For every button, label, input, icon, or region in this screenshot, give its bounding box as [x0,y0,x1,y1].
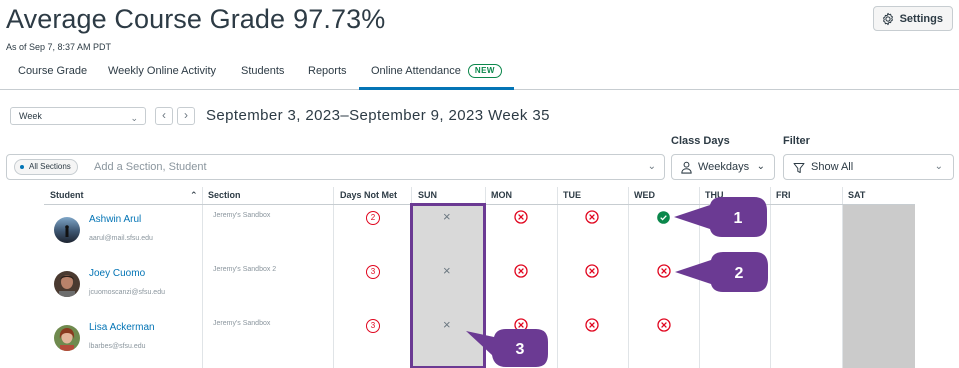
class-days-value: Weekdays [698,161,750,173]
next-week-button[interactable]: › [177,107,195,125]
new-badge: NEW [467,64,502,78]
gear-icon [882,12,893,25]
student-section: Jeremy's Sandbox [213,320,271,327]
chevron-down-icon: ⌄ [934,161,943,172]
filter-icon [793,163,805,173]
tab-course-grade[interactable]: Course Grade [18,58,87,90]
avatar [54,217,80,243]
header-days-not-met: Days Not Met [340,190,398,200]
student-section: Jeremy's Sandbox 2 [213,266,277,273]
page-title-text: Average Course Grade [6,4,286,34]
chevron-down-icon: ⌄ [647,161,656,172]
header-section: Section [208,190,241,200]
settings-button[interactable]: Settings [872,6,953,31]
avatar [54,325,80,351]
week-range-title: September 3, 2023–September 9, 2023 Week… [206,107,550,124]
sort-ascending-icon[interactable]: ⌃ [190,190,198,201]
present-check-icon [657,211,670,224]
average-grade-value: 97.73% [293,4,386,34]
header-fri: FRI [776,190,791,200]
days-not-met-badge: 3 [366,319,380,333]
tab-online-attendance-label: Online Attendance [371,65,461,77]
student-name-link[interactable]: Joey Cuomo [89,268,145,279]
filter-select[interactable]: Show All ⌄ [783,154,954,180]
student-name-link[interactable]: Lisa Ackerman [89,322,155,333]
section-student-search[interactable]: All Sections Add a Section, Student ⌄ [6,154,665,180]
chip-dot-icon [20,165,24,169]
missed-icon [514,210,528,224]
chevron-left-icon: ‹ [162,108,166,122]
settings-label: Settings [899,12,943,25]
missed-icon [585,264,599,278]
callout-2-label: 2 [735,265,744,282]
filter-label: Filter [783,135,810,147]
missed-icon [585,318,599,332]
missed-icon [657,264,671,278]
student-email: jcuomoscanzi@sfsu.edu [89,289,165,296]
student-name-link[interactable]: Ashwin Arul [89,214,141,225]
missed-icon [514,264,528,278]
tab-students[interactable]: Students [241,58,284,90]
filter-value: Show All [811,161,854,173]
search-placeholder: Add a Section, Student [94,161,207,173]
tab-online-attendance[interactable]: Online Attendance NEW [359,58,514,90]
days-not-met-badge: 3 [366,265,380,279]
student-section: Jeremy's Sandbox [213,212,271,219]
tab-bar: Course Grade Weekly Online Activity Stud… [0,58,959,90]
header-sun: SUN [418,190,438,200]
days-not-met-badge: 2 [366,211,380,225]
page-title: Average Course Grade 97.73% [6,4,385,35]
callout-2: 2 [675,252,768,292]
callout-3-label: 3 [516,341,525,358]
header-student[interactable]: Student [50,190,84,200]
tab-weekly-online-activity[interactable]: Weekly Online Activity [108,58,216,90]
header-tue: TUE [563,190,581,200]
class-days-select[interactable]: Weekdays ⌄ [671,154,775,180]
student-email: lbarbes@sfsu.edu [89,343,146,350]
all-sections-chip-label: All Sections [29,162,71,171]
period-select-value: Week [19,111,42,121]
period-select[interactable]: Week ⌄ [10,107,146,125]
as-of-timestamp: As of Sep 7, 8:37 AM PDT [6,42,112,52]
header-mon: MON [491,190,512,200]
chevron-down-icon: ⌄ [130,113,138,123]
missed-icon [657,318,671,332]
tab-reports[interactable]: Reports [308,58,347,90]
callout-1: 1 [674,197,767,237]
class-days-label: Class Days [671,135,730,147]
callout-1-label: 1 [734,210,743,227]
missed-icon [585,210,599,224]
chevron-down-icon: ⌄ [756,161,765,172]
people-icon [681,161,692,174]
avatar [54,271,80,297]
chevron-right-icon: › [184,108,188,122]
all-sections-chip[interactable]: All Sections [14,159,78,175]
student-email: aarul@mail.sfsu.edu [89,235,153,242]
previous-week-button[interactable]: ‹ [155,107,173,125]
header-sat: SAT [848,190,866,200]
callout-3: 3 [466,329,548,367]
header-wed: WED [634,190,655,200]
